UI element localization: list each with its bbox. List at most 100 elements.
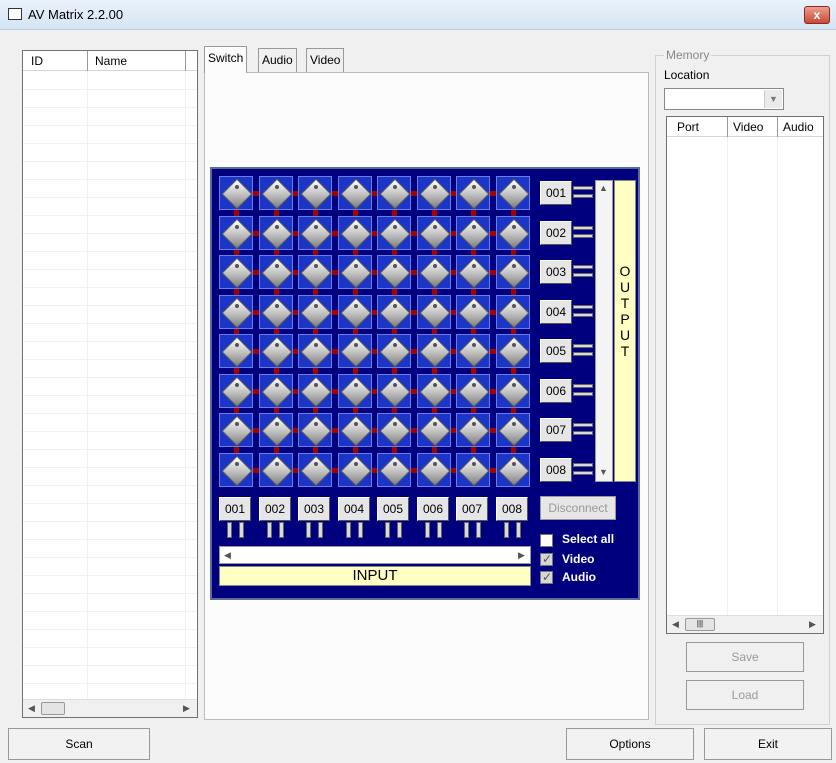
video-checkbox[interactable]: [540, 552, 553, 566]
input-button-003[interactable]: 003: [298, 497, 330, 521]
disconnect-button[interactable]: Disconnect: [540, 496, 616, 520]
crosspoint-out001-in005[interactable]: [377, 176, 411, 210]
crosspoint-out001-in007[interactable]: [456, 176, 490, 210]
audio-checkbox[interactable]: [540, 570, 553, 584]
crosspoint-out002-in004[interactable]: [338, 216, 372, 250]
scroll-up-icon[interactable]: ▲: [599, 183, 608, 193]
crosspoint-out004-in008[interactable]: [496, 295, 530, 329]
crosspoint-out001-in001[interactable]: [219, 176, 253, 210]
crosspoint-out001-in002[interactable]: [259, 176, 293, 210]
scroll-thumb[interactable]: [41, 702, 65, 715]
output-button-005[interactable]: 005: [540, 339, 572, 363]
output-button-001[interactable]: 001: [540, 181, 572, 205]
scroll-right-icon[interactable]: ▶: [809, 619, 816, 630]
scroll-right-icon[interactable]: ▶: [518, 550, 525, 561]
crosspoint-out002-in002[interactable]: [259, 216, 293, 250]
crosspoint-out002-in003[interactable]: [298, 216, 332, 250]
output-button-002[interactable]: 002: [540, 221, 572, 245]
crosspoint-out001-in008[interactable]: [496, 176, 530, 210]
crosspoint-out004-in002[interactable]: [259, 295, 293, 329]
crosspoint-out006-in008[interactable]: [496, 374, 530, 408]
crosspoint-out004-in003[interactable]: [298, 295, 332, 329]
crosspoint-out001-in003[interactable]: [298, 176, 332, 210]
scroll-left-icon[interactable]: ◀: [672, 619, 679, 630]
scroll-down-icon[interactable]: ▼: [599, 467, 608, 477]
crosspoint-out004-in005[interactable]: [377, 295, 411, 329]
exit-button[interactable]: Exit: [704, 728, 832, 760]
column-audio[interactable]: Audio: [783, 120, 814, 134]
load-button[interactable]: Load: [686, 680, 804, 710]
crosspoint-out008-in007[interactable]: [456, 453, 490, 487]
crosspoint-out005-in007[interactable]: [456, 334, 490, 368]
crosspoint-out006-in003[interactable]: [298, 374, 332, 408]
crosspoint-out002-in001[interactable]: [219, 216, 253, 250]
device-list-hscroll[interactable]: ◀ ▶: [23, 699, 197, 717]
crosspoint-out006-in005[interactable]: [377, 374, 411, 408]
scroll-right-icon[interactable]: ▶: [183, 703, 190, 714]
memory-port-list[interactable]: Port Video Audio ◀ ||| ▶: [666, 116, 824, 634]
column-id[interactable]: ID: [31, 54, 43, 68]
scroll-left-icon[interactable]: ◀: [224, 550, 231, 561]
crosspoint-out005-in008[interactable]: [496, 334, 530, 368]
input-button-005[interactable]: 005: [377, 497, 409, 521]
crosspoint-out008-in002[interactable]: [259, 453, 293, 487]
crosspoint-out004-in001[interactable]: [219, 295, 253, 329]
crosspoint-out003-in007[interactable]: [456, 255, 490, 289]
crosspoint-out002-in008[interactable]: [496, 216, 530, 250]
chevron-down-icon[interactable]: ▼: [764, 90, 782, 108]
crosspoint-out005-in004[interactable]: [338, 334, 372, 368]
column-video[interactable]: Video: [733, 120, 763, 134]
output-vscroll[interactable]: ▲ ▼: [595, 180, 613, 482]
crosspoint-out001-in006[interactable]: [417, 176, 451, 210]
crosspoint-out008-in005[interactable]: [377, 453, 411, 487]
video-label[interactable]: Video: [562, 552, 594, 566]
crosspoint-out007-in003[interactable]: [298, 413, 332, 447]
crosspoint-out003-in003[interactable]: [298, 255, 332, 289]
output-button-007[interactable]: 007: [540, 418, 572, 442]
crosspoint-out008-in004[interactable]: [338, 453, 372, 487]
select-all-label[interactable]: Select all: [562, 532, 614, 546]
crosspoint-out007-in005[interactable]: [377, 413, 411, 447]
crosspoint-out004-in007[interactable]: [456, 295, 490, 329]
crosspoint-out001-in004[interactable]: [338, 176, 372, 210]
crosspoint-out003-in002[interactable]: [259, 255, 293, 289]
tab-audio[interactable]: Audio: [258, 48, 297, 72]
crosspoint-out008-in001[interactable]: [219, 453, 253, 487]
crosspoint-out005-in003[interactable]: [298, 334, 332, 368]
input-hscroll[interactable]: ◀ ▶: [219, 546, 531, 564]
crosspoint-out003-in004[interactable]: [338, 255, 372, 289]
crosspoint-out003-in001[interactable]: [219, 255, 253, 289]
crosspoint-out003-in008[interactable]: [496, 255, 530, 289]
options-button[interactable]: Options: [566, 728, 694, 760]
crosspoint-out006-in007[interactable]: [456, 374, 490, 408]
scroll-left-icon[interactable]: ◀: [28, 703, 35, 714]
input-button-008[interactable]: 008: [496, 497, 528, 521]
crosspoint-out005-in005[interactable]: [377, 334, 411, 368]
input-button-007[interactable]: 007: [456, 497, 488, 521]
output-button-008[interactable]: 008: [540, 458, 572, 482]
crosspoint-out007-in007[interactable]: [456, 413, 490, 447]
crosspoint-out003-in006[interactable]: [417, 255, 451, 289]
output-button-006[interactable]: 006: [540, 379, 572, 403]
crosspoint-out008-in003[interactable]: [298, 453, 332, 487]
scroll-thumb[interactable]: |||: [685, 618, 715, 631]
audio-label[interactable]: Audio: [562, 570, 596, 584]
crosspoint-out004-in006[interactable]: [417, 295, 451, 329]
save-button[interactable]: Save: [686, 642, 804, 672]
crosspoint-out006-in004[interactable]: [338, 374, 372, 408]
crosspoint-out003-in005[interactable]: [377, 255, 411, 289]
tab-switch[interactable]: Switch: [204, 46, 248, 73]
input-button-002[interactable]: 002: [259, 497, 291, 521]
column-port[interactable]: Port: [677, 120, 699, 134]
device-list[interactable]: ID Name ◀ ▶: [22, 50, 198, 718]
location-select[interactable]: ▼: [664, 88, 784, 110]
select-all-checkbox[interactable]: [540, 534, 553, 547]
crosspoint-out005-in001[interactable]: [219, 334, 253, 368]
crosspoint-out008-in008[interactable]: [496, 453, 530, 487]
input-button-001[interactable]: 001: [219, 497, 251, 521]
crosspoint-out002-in005[interactable]: [377, 216, 411, 250]
crosspoint-out006-in001[interactable]: [219, 374, 253, 408]
input-button-004[interactable]: 004: [338, 497, 370, 521]
output-button-004[interactable]: 004: [540, 300, 572, 324]
memory-list-hscroll[interactable]: ◀ ||| ▶: [667, 615, 823, 633]
